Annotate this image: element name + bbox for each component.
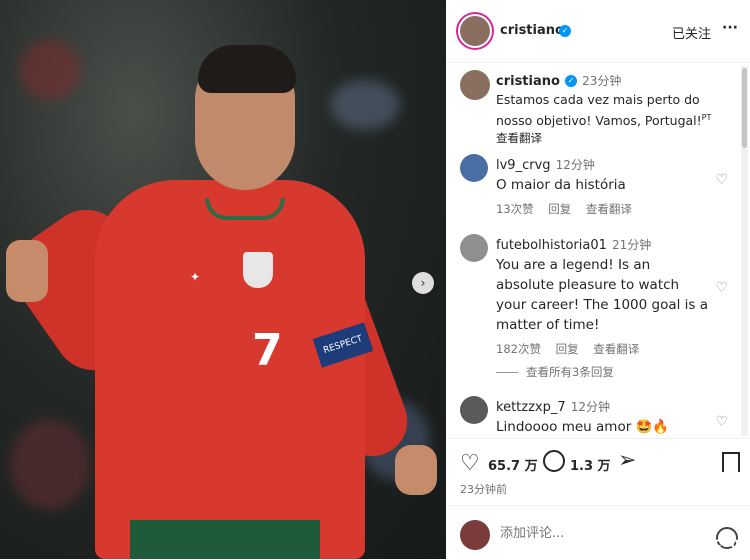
like-comment-icon[interactable]: ♡	[715, 414, 728, 430]
like-count[interactable]: 65.7 万	[488, 455, 538, 474]
translate-link[interactable]: 查看翻译	[593, 342, 639, 356]
jersey-number: 7	[252, 325, 283, 376]
comment-likes[interactable]: 182次赞	[496, 342, 541, 356]
comment-meta: 182次赞 回复 查看翻译	[496, 341, 711, 357]
post-time: 23分钟前	[460, 483, 507, 496]
caption-username[interactable]: cristiano	[496, 74, 560, 89]
save-icon[interactable]	[722, 452, 740, 472]
post-photo: ✦ 7 RESPECT ›	[0, 0, 446, 559]
verified-badge-icon: ✓	[565, 74, 578, 87]
caption-avatar[interactable]	[460, 70, 490, 100]
comment-item: futebolhistoria01 21分钟 You are a legend!…	[496, 234, 711, 357]
comment-avatar[interactable]	[460, 154, 488, 182]
like-comment-icon[interactable]: ♡	[715, 172, 728, 188]
caption-translate-link[interactable]: 查看翻译	[496, 130, 736, 146]
comment-meta: 13次赞 回复 查看翻译	[496, 201, 716, 217]
translate-link[interactable]: 查看翻译	[586, 202, 632, 216]
verified-badge-icon: ✓	[559, 25, 571, 37]
comment-count[interactable]: 1.3 万	[570, 455, 611, 474]
post-header: cristiano ✓ 已关注 ···	[446, 0, 750, 63]
share-icon[interactable]: ➢	[618, 448, 636, 473]
author-avatar[interactable]	[460, 16, 490, 46]
author-username[interactable]: cristiano	[500, 23, 564, 38]
comment-avatar[interactable]	[460, 234, 488, 262]
comment-item: kettzzxp_7 12分钟 Lindoooo meu amor 🤩🔥	[496, 396, 716, 437]
view-replies[interactable]: 查看所有3条回复	[496, 364, 614, 380]
like-comment-icon[interactable]: ♡	[715, 280, 728, 296]
follow-status-button[interactable]: 已关注	[672, 23, 711, 42]
comment-icon[interactable]	[543, 450, 565, 472]
next-image-button[interactable]: ›	[412, 272, 434, 294]
post-side-panel: cristiano ✓ 已关注 ··· cristiano ✓ 23分钟 Est…	[446, 0, 750, 559]
comment-username[interactable]: futebolhistoria01	[496, 238, 607, 253]
comment-time: 21分钟	[611, 238, 652, 252]
viewer-avatar	[460, 520, 490, 550]
comment-avatar[interactable]	[460, 396, 488, 424]
comment-likes[interactable]: 13次赞	[496, 202, 534, 216]
comment-time: 12分钟	[555, 158, 595, 172]
reply-link[interactable]: 回复	[556, 342, 579, 356]
scrollbar-thumb[interactable]	[742, 68, 747, 148]
comment-item: lv9_crvg 12分钟 O maior da história 13次赞 回…	[496, 154, 716, 217]
comment-username[interactable]: kettzzxp_7	[496, 400, 566, 415]
comment-username[interactable]: lv9_crvg	[496, 158, 551, 173]
comment-time: 12分钟	[570, 400, 610, 414]
caption: cristiano ✓ 23分钟 Estamos cada vez mais p…	[496, 70, 736, 146]
comment-text: Lindoooo meu amor 🤩🔥	[496, 419, 670, 435]
caption-text: Estamos cada vez mais perto do nosso obj…	[496, 92, 702, 129]
comment-text: You are a legend! Is an absolute pleasur…	[496, 257, 708, 333]
raised-fist	[6, 240, 48, 302]
brand-logo-icon: ✦	[190, 270, 201, 284]
jersey	[95, 180, 365, 559]
like-icon[interactable]: ♡	[460, 451, 480, 476]
more-options-icon[interactable]: ···	[722, 20, 738, 36]
team-crest-icon	[243, 252, 273, 288]
caption-time: 23分钟	[582, 74, 622, 88]
reply-link[interactable]: 回复	[548, 202, 571, 216]
comment-text: O maior da história	[496, 177, 626, 193]
site-watermark: www.365jz.com	[629, 536, 744, 551]
language-badge: PT	[701, 113, 712, 122]
